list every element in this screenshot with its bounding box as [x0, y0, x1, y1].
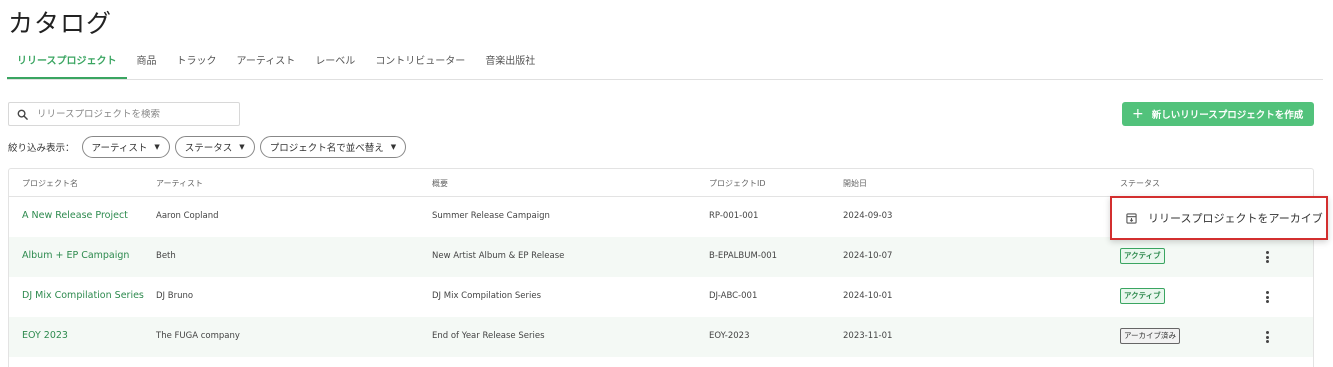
search-box — [8, 102, 240, 126]
header-summary: 概要 — [432, 179, 448, 188]
project-id-cell: EOY-2023 — [709, 331, 750, 341]
new-release-project-button[interactable]: + 新しいリリースプロジェクトを作成 — [1122, 102, 1314, 126]
plus-icon: + — [1132, 106, 1144, 122]
filter-status-chip[interactable]: ステータス ▼ — [174, 136, 255, 158]
header-start-date: 開始日 — [843, 179, 867, 188]
filter-label: 絞り込み表示： — [8, 143, 75, 154]
caret-down-icon: ▼ — [154, 143, 160, 151]
table-row[interactable]: DJ Mix Compilation Series DJ Bruno DJ Mi… — [9, 277, 1313, 317]
tab-tracks[interactable]: トラック — [167, 48, 227, 79]
project-name-link[interactable]: A New Release Project — [22, 210, 128, 221]
artist-cell: Aaron Copland — [156, 211, 219, 221]
artist-cell: The FUGA company — [156, 331, 240, 341]
start-date-cell: 2024-10-07 — [843, 251, 893, 261]
tab-contributors[interactable]: コントリビューター — [365, 48, 475, 79]
table-row[interactable]: EOY 2023 The FUGA company End of Year Re… — [9, 317, 1313, 357]
table-header: プロジェクト名 アーティスト 概要 プロジェクトID 開始日 ステータス — [9, 169, 1313, 197]
archive-release-project-menu-item[interactable]: リリースプロジェクトをアーカイブ — [1110, 196, 1328, 240]
project-name-link[interactable]: DJ Mix Compilation Series — [22, 290, 144, 301]
summary-cell: End of Year Release Series — [432, 331, 545, 341]
tab-artists[interactable]: アーティスト — [227, 48, 306, 79]
status-badge: アクティブ — [1120, 288, 1165, 304]
table-row[interactable]: Album + EP Campaign Beth New Artist Albu… — [9, 237, 1313, 277]
caret-down-icon: ▼ — [390, 143, 397, 151]
row-actions-menu-icon[interactable] — [1262, 249, 1272, 265]
header-status: ステータス — [1120, 179, 1160, 188]
project-id-cell: RP-001-001 — [709, 211, 759, 221]
catalog-tabs: リリースプロジェクト 商品 トラック アーティスト レーベル コントリビューター… — [7, 48, 1323, 80]
start-date-cell: 2024-10-01 — [843, 291, 893, 301]
summary-cell: DJ Mix Compilation Series — [432, 291, 542, 301]
status-badge: アーカイブ済み — [1120, 328, 1181, 344]
tab-labels[interactable]: レーベル — [305, 48, 365, 79]
summary-cell: New Artist Album & EP Release — [432, 251, 565, 261]
row-actions-menu-icon[interactable] — [1262, 329, 1272, 345]
archive-icon — [1126, 212, 1137, 224]
new-release-project-label: 新しいリリースプロジェクトを作成 — [1151, 110, 1304, 121]
status-badge: アクティブ — [1120, 248, 1165, 264]
tab-release-projects[interactable]: リリースプロジェクト — [7, 48, 127, 79]
filter-status-label: ステータス — [184, 143, 233, 154]
project-name-link[interactable]: EOY 2023 — [22, 330, 68, 341]
sort-by-name-chip[interactable]: プロジェクト名で並べ替え ▼ — [259, 136, 407, 158]
start-date-cell: 2024-09-03 — [843, 211, 893, 221]
start-date-cell: 2023-11-01 — [843, 331, 893, 341]
sort-by-name-label: プロジェクト名で並べ替え — [269, 143, 384, 154]
row-actions-menu-icon[interactable] — [1262, 289, 1272, 305]
header-project-name: プロジェクト名 — [22, 179, 78, 188]
project-id-cell: DJ-ABC-001 — [709, 291, 758, 301]
header-project-id: プロジェクトID — [709, 179, 766, 188]
tab-products[interactable]: 商品 — [127, 48, 167, 79]
caret-down-icon: ▼ — [239, 143, 245, 151]
artist-cell: DJ Bruno — [156, 291, 194, 301]
page-title: カタログ — [8, 9, 113, 38]
filter-bar: 絞り込み表示： アーティスト ▼ ステータス ▼ プロジェクト名で並べ替え ▼ — [8, 136, 411, 158]
filter-artist-chip[interactable]: アーティスト ▼ — [81, 136, 170, 158]
summary-cell: Summer Release Campaign — [432, 211, 550, 221]
header-artist: アーティスト — [156, 179, 204, 188]
search-input[interactable] — [37, 108, 217, 120]
archive-release-project-label: リリースプロジェクトをアーカイブ — [1148, 212, 1323, 225]
search-icon — [17, 109, 28, 120]
filter-artist-label: アーティスト — [91, 143, 148, 154]
artist-cell: Beth — [156, 251, 176, 261]
project-id-cell: B-EPALBUM-001 — [709, 251, 778, 261]
tab-music-publishers[interactable]: 音楽出版社 — [475, 48, 545, 79]
project-name-link[interactable]: Album + EP Campaign — [22, 250, 129, 261]
